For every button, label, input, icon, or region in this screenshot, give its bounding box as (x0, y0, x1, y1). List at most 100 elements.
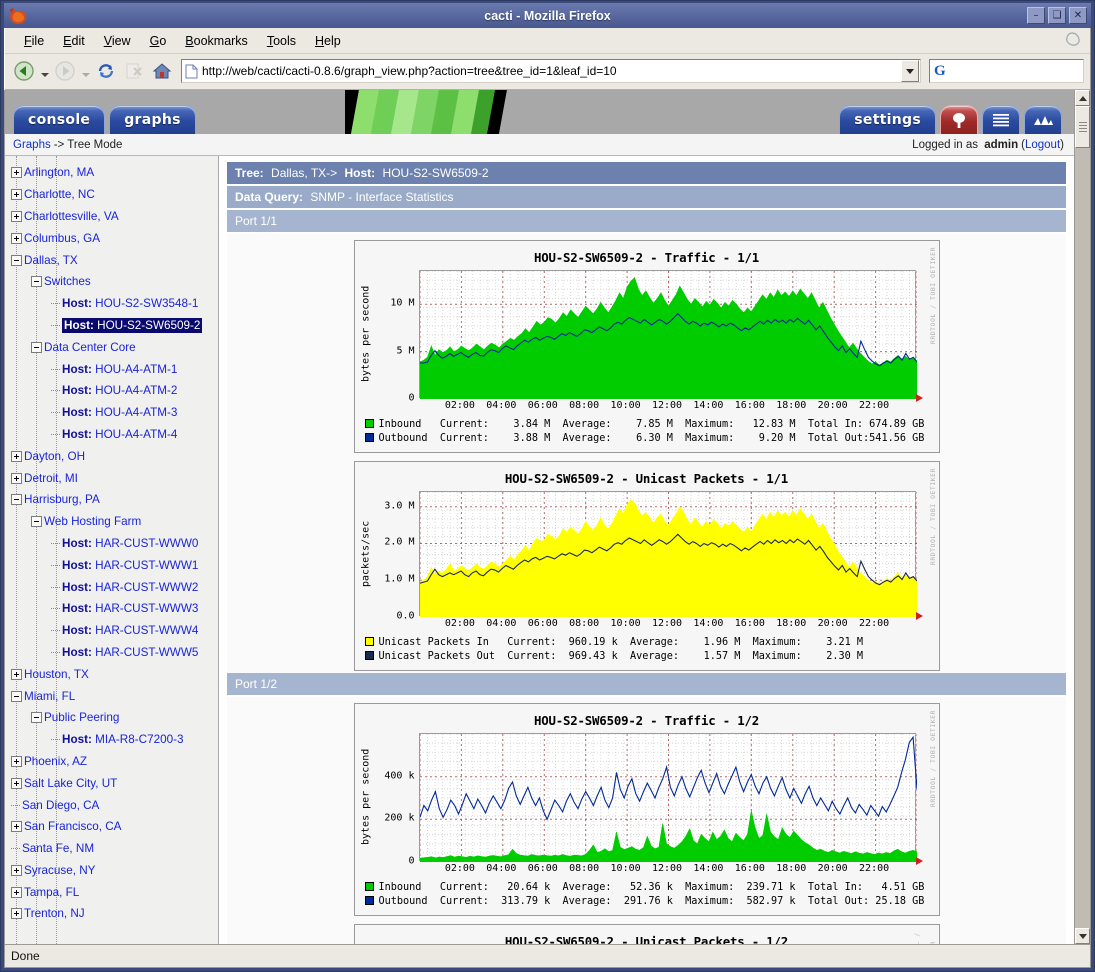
minimize-button[interactable]: – (1027, 7, 1045, 24)
sidebar-item-harrisburg-pa[interactable]: Harrisburg, PA (5, 489, 218, 511)
menu-edit[interactable]: Edit (54, 31, 94, 51)
scrollbar-thumb[interactable] (1075, 106, 1090, 148)
expand-plus-icon[interactable] (11, 167, 22, 178)
scroll-down-button[interactable] (1075, 928, 1090, 944)
expand-plus-icon[interactable] (11, 865, 22, 876)
sidebar-item-web-hosting-farm[interactable]: Web Hosting Farm (5, 511, 218, 533)
sidebar-item-dallas-tx[interactable]: Dallas, TX (5, 249, 218, 271)
sidebar-host-hou-a4-atm-1[interactable]: Host: HOU-A4-ATM-1 (5, 358, 218, 380)
sidebar-item-syracuse-ny[interactable]: Syracuse, NY (5, 860, 218, 882)
page-scrollbar[interactable] (1074, 90, 1090, 944)
sidebar-item-public-peering[interactable]: Public Peering (5, 707, 218, 729)
sidebar-host-mia-r8-c7200-3[interactable]: Host: MIA-R8-C7200-3 (5, 729, 218, 751)
tab-settings[interactable]: settings (839, 105, 936, 134)
legend-color-swatch (365, 882, 374, 891)
expand-plus-icon[interactable] (11, 887, 22, 898)
expand-plus-icon[interactable] (11, 233, 22, 244)
expand-plus-icon[interactable] (11, 756, 22, 767)
expand-plus-icon[interactable] (11, 211, 22, 222)
collapse-minus-icon[interactable] (31, 342, 42, 353)
sidebar-item-san-francisco-ca[interactable]: San Francisco, CA (5, 816, 218, 838)
sidebar-item-trenton-nj[interactable]: Trenton, NJ (5, 903, 218, 925)
search-input[interactable]: G (929, 59, 1084, 83)
host-prefix: Host: (62, 646, 95, 659)
sidebar-host-hou-s2-sw3548-1[interactable]: Host: HOU-S2-SW3548-1 (5, 293, 218, 315)
sidebar-item-dayton-oh[interactable]: Dayton, OH (5, 445, 218, 467)
host-name: HOU-S2-SW3548-1 (95, 297, 198, 310)
sidebar-item-tampa-fl[interactable]: Tampa, FL (5, 881, 218, 903)
sidebar-host-hou-a4-atm-2[interactable]: Host: HOU-A4-ATM-2 (5, 380, 218, 402)
legend-text: Unicast Packets Out Current: 969.43 k Av… (379, 651, 864, 662)
reload-button[interactable] (93, 58, 119, 84)
preview-view-icon[interactable] (1024, 105, 1062, 134)
sidebar-host-har-cust-www1[interactable]: Host: HAR-CUST-WWW1 (5, 554, 218, 576)
graph-unicast-packets-1-2[interactable]: RRDTOOL / TOBI OETIKERHOU-S2-SW6509-2 - … (354, 924, 940, 944)
sidebar-host-har-cust-www0[interactable]: Host: HAR-CUST-WWW0 (5, 533, 218, 555)
url-text[interactable]: http://web/cacti/cacti-0.8.6/graph_view.… (202, 64, 901, 78)
menu-tools[interactable]: Tools (258, 31, 305, 51)
breadcrumb-graphs-link[interactable]: Graphs (13, 139, 51, 151)
scrollbar-track[interactable] (1075, 148, 1090, 928)
expand-plus-icon[interactable] (11, 473, 22, 484)
sidebar-host-har-cust-www2[interactable]: Host: HAR-CUST-WWW2 (5, 576, 218, 598)
sidebar-item-miami-fl[interactable]: Miami, FL (5, 685, 218, 707)
collapse-minus-icon[interactable] (11, 691, 22, 702)
collapse-minus-icon[interactable] (11, 255, 22, 266)
expand-plus-icon[interactable] (11, 908, 22, 919)
tab-console[interactable]: console (13, 105, 105, 134)
expand-plus-icon[interactable] (11, 451, 22, 462)
back-history-dropdown[interactable] (39, 58, 50, 84)
expand-plus-icon[interactable] (11, 821, 22, 832)
menu-help[interactable]: Help (306, 31, 350, 51)
sidebar-host-har-cust-www4[interactable]: Host: HAR-CUST-WWW4 (5, 620, 218, 642)
close-button[interactable]: ✕ (1069, 7, 1087, 24)
sidebar-item-label: Salt Lake City, UT (24, 777, 117, 790)
sidebar-item-data-center-core[interactable]: Data Center Core (5, 336, 218, 358)
graph-unicast-packets-1-1[interactable]: RRDTOOL / TOBI OETIKERHOU-S2-SW6509-2 - … (354, 461, 940, 671)
home-button[interactable] (149, 58, 175, 84)
sidebar-item-santa-fe-nm[interactable]: Santa Fe, NM (5, 838, 218, 860)
collapse-minus-icon[interactable] (31, 712, 42, 723)
menu-bookmarks[interactable]: Bookmarks (176, 31, 257, 51)
sidebar-item-phoenix-az[interactable]: Phoenix, AZ (5, 751, 218, 773)
address-bar[interactable]: http://web/cacti/cacti-0.8.6/graph_view.… (181, 59, 921, 83)
logout-link[interactable]: Logout (1025, 139, 1060, 151)
list-view-icon[interactable] (982, 105, 1020, 134)
sidebar-item-charlottesville-va[interactable]: Charlottesville, VA (5, 206, 218, 228)
stop-button[interactable] (121, 58, 147, 84)
tree-view-icon[interactable] (940, 105, 978, 134)
expand-plus-icon[interactable] (11, 778, 22, 789)
url-dropdown-button[interactable] (901, 60, 919, 82)
sidebar-item-san-diego-ca[interactable]: San Diego, CA (5, 794, 218, 816)
sidebar-item-salt-lake-city-ut[interactable]: Salt Lake City, UT (5, 772, 218, 794)
collapse-minus-icon[interactable] (31, 516, 42, 527)
menu-file[interactable]: File (15, 31, 53, 51)
maximize-button[interactable]: ❑ (1048, 7, 1066, 24)
back-button[interactable] (11, 58, 37, 84)
sidebar-item-switches[interactable]: Switches (5, 271, 218, 293)
sidebar-item-detroit-mi[interactable]: Detroit, MI (5, 467, 218, 489)
tree-sidebar[interactable]: Arlington, MACharlotte, NCCharlottesvill… (5, 156, 219, 944)
sidebar-host-har-cust-www3[interactable]: Host: HAR-CUST-WWW3 (5, 598, 218, 620)
graph-traffic-1-2[interactable]: RRDTOOL / TOBI OETIKERHOU-S2-SW6509-2 - … (354, 703, 940, 916)
scroll-up-button[interactable] (1075, 90, 1090, 106)
forward-button[interactable] (52, 58, 78, 84)
sidebar-host-hou-s2-sw6509-2[interactable]: Host: HOU-S2-SW6509-2 (5, 315, 218, 337)
tab-graphs[interactable]: graphs (109, 105, 196, 134)
graph-traffic-1-1[interactable]: RRDTOOL / TOBI OETIKERHOU-S2-SW6509-2 - … (354, 240, 940, 453)
collapse-minus-icon[interactable] (31, 276, 42, 287)
sidebar-item-arlington-ma[interactable]: Arlington, MA (5, 162, 218, 184)
expand-plus-icon[interactable] (11, 189, 22, 200)
sidebar-item-charlotte-nc[interactable]: Charlotte, NC (5, 184, 218, 206)
collapse-minus-icon[interactable] (11, 494, 22, 505)
sidebar-item-houston-tx[interactable]: Houston, TX (5, 663, 218, 685)
menu-go[interactable]: Go (141, 31, 176, 51)
sidebar-host-har-cust-www5[interactable]: Host: HAR-CUST-WWW5 (5, 642, 218, 664)
sidebar-host-hou-a4-atm-3[interactable]: Host: HOU-A4-ATM-3 (5, 402, 218, 424)
forward-history-dropdown[interactable] (80, 58, 91, 84)
sidebar-item-columbus-ga[interactable]: Columbus, GA (5, 227, 218, 249)
sidebar-item-label: Public Peering (44, 711, 119, 724)
sidebar-host-hou-a4-atm-4[interactable]: Host: HOU-A4-ATM-4 (5, 424, 218, 446)
menu-view[interactable]: View (95, 31, 140, 51)
expand-plus-icon[interactable] (11, 669, 22, 680)
